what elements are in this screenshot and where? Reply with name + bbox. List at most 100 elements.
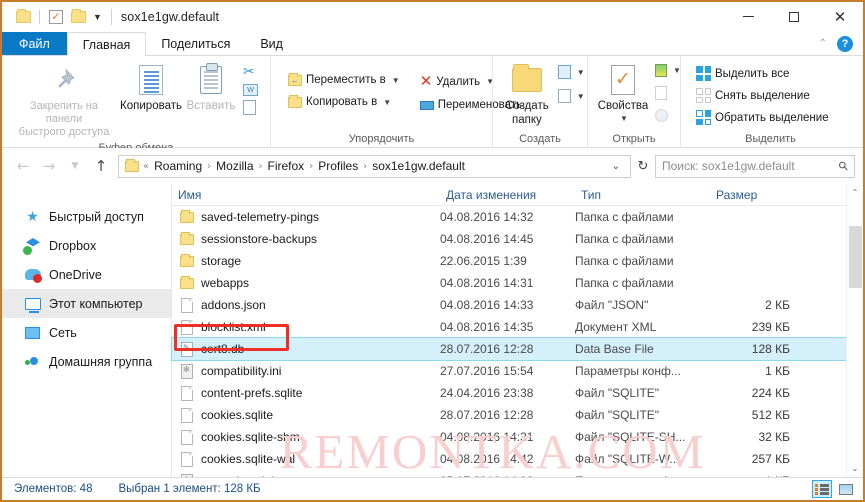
chevron-down-icon[interactable]: ▼ bbox=[577, 68, 585, 77]
sidebar-item-this-pc[interactable]: Этот компьютер bbox=[2, 289, 171, 318]
maximize-button[interactable] bbox=[771, 2, 817, 32]
file-name: cert8.db bbox=[201, 342, 245, 356]
tab-home[interactable]: Главная bbox=[66, 32, 147, 56]
table-row[interactable]: cert8.db 28.07.2016 12:28 Data Base File… bbox=[171, 337, 863, 361]
column-header-type[interactable]: Тип bbox=[575, 188, 710, 202]
copy-to-button[interactable]: Копировать в ▼ bbox=[285, 94, 403, 109]
open-icon bbox=[655, 64, 667, 77]
details-view-button[interactable] bbox=[812, 480, 832, 498]
scroll-up-icon[interactable]: ⌃ bbox=[847, 184, 863, 201]
table-row[interactable]: cookies.sqlite-wal 04.08.2016 14:42 Файл… bbox=[172, 448, 863, 470]
column-header-name[interactable]: Имя bbox=[172, 188, 440, 202]
properties-button[interactable]: Свойства ▼ bbox=[594, 59, 652, 123]
breadcrumb-item-firefox[interactable]: Firefox bbox=[264, 159, 309, 173]
close-button[interactable]: ✕ bbox=[817, 2, 863, 32]
forward-button[interactable]: → bbox=[36, 154, 62, 178]
chevron-down-icon[interactable]: ▼ bbox=[93, 12, 102, 22]
table-row[interactable]: sessionstore-backups 04.08.2016 14:45 Па… bbox=[172, 228, 863, 250]
search-box[interactable]: Поиск: sox1e1gw.default ⚲ bbox=[655, 154, 855, 178]
file-icon bbox=[180, 319, 194, 335]
table-row[interactable]: storage 22.06.2015 1:39 Папка с файлами bbox=[172, 250, 863, 272]
pin-to-quick-access-button[interactable]: Закрепить на панели быстрого доступа bbox=[8, 59, 120, 140]
table-row[interactable]: compatibility.ini 27.07.2016 15:54 Парам… bbox=[172, 360, 863, 382]
file-rows: saved-telemetry-pings 04.08.2016 14:32 П… bbox=[171, 206, 863, 492]
properties-check-icon[interactable]: ✓ bbox=[45, 6, 67, 28]
tab-view[interactable]: Вид bbox=[245, 32, 298, 55]
select-none-button[interactable]: Снять выделение bbox=[693, 87, 832, 104]
collapse-ribbon-icon[interactable]: ⌃ bbox=[819, 38, 827, 49]
invert-selection-button[interactable]: Обратить выделение bbox=[693, 109, 832, 126]
properties-check-icon bbox=[611, 63, 635, 97]
this-pc-icon bbox=[24, 295, 41, 313]
cut-button[interactable]: ✂ bbox=[240, 63, 261, 81]
copy-button[interactable]: Копировать bbox=[120, 59, 182, 113]
delete-x-icon: ✕ bbox=[419, 72, 433, 90]
copy-icon bbox=[139, 63, 163, 97]
select-all-icon bbox=[696, 66, 711, 81]
chevron-down-icon[interactable]: ▼ bbox=[620, 114, 628, 123]
recent-locations-button[interactable]: ▼ bbox=[62, 154, 88, 178]
breadcrumb-item-roaming[interactable]: Roaming bbox=[150, 159, 206, 173]
table-row[interactable]: saved-telemetry-pings 04.08.2016 14:32 П… bbox=[172, 206, 863, 228]
up-button[interactable]: ↑ bbox=[88, 154, 114, 178]
column-header-date[interactable]: Дата изменения bbox=[440, 188, 575, 202]
table-row[interactable]: blocklist.xml 04.08.2016 14:35 Документ … bbox=[172, 316, 863, 338]
search-icon[interactable]: ⚲ bbox=[836, 158, 852, 174]
large-icons-view-button[interactable] bbox=[836, 480, 856, 498]
file-type: Файл "JSON" bbox=[575, 298, 649, 312]
search-placeholder: Поиск: sox1e1gw.default bbox=[662, 159, 795, 173]
minimize-button[interactable] bbox=[725, 2, 771, 32]
homegroup-icon bbox=[24, 353, 41, 370]
new-item-button[interactable]: ▼ bbox=[555, 64, 588, 80]
table-row[interactable]: cookies.sqlite-shm 04.08.2016 14:31 Файл… bbox=[172, 426, 863, 448]
chevron-down-icon[interactable]: ▼ bbox=[383, 98, 391, 107]
paste-button[interactable]: Вставить bbox=[182, 59, 240, 113]
file-type: Data Base File bbox=[575, 342, 654, 356]
sidebar-item-dropbox[interactable]: Dropbox bbox=[2, 231, 171, 260]
chevron-down-icon[interactable]: ▼ bbox=[577, 92, 585, 101]
breadcrumb-overflow[interactable]: « bbox=[142, 161, 150, 172]
pin-icon bbox=[51, 63, 77, 97]
tab-file[interactable]: Файл bbox=[2, 32, 67, 55]
tab-share[interactable]: Поделиться bbox=[146, 32, 245, 55]
vertical-scrollbar[interactable]: ⌃ ⌄ bbox=[846, 184, 863, 477]
star-icon: ★ bbox=[26, 208, 39, 225]
select-all-label: Выделить все bbox=[715, 67, 790, 80]
breadcrumb-item-profile[interactable]: sox1e1gw.default bbox=[368, 159, 469, 173]
select-all-button[interactable]: Выделить все bbox=[693, 65, 832, 82]
move-to-button[interactable]: ← Переместить в ▼ bbox=[285, 72, 403, 87]
folder-icon[interactable] bbox=[12, 6, 34, 28]
help-icon[interactable]: ? bbox=[837, 35, 853, 52]
breadcrumb-item-mozilla[interactable]: Mozilla bbox=[212, 159, 257, 173]
paste-shortcut-button[interactable] bbox=[240, 99, 261, 116]
sidebar-item-quick-access[interactable]: ★ Быстрый доступ bbox=[2, 202, 171, 231]
column-header-size[interactable]: Размер bbox=[710, 188, 800, 202]
chevron-down-icon[interactable]: ⌄ bbox=[612, 161, 626, 172]
address-bar[interactable]: « Roaming › Mozilla › Firefox › Profiles… bbox=[118, 154, 631, 178]
chevron-down-icon[interactable]: ▼ bbox=[392, 76, 400, 85]
table-row[interactable]: addons.json 04.08.2016 14:33 Файл "JSON"… bbox=[172, 294, 863, 316]
scrollbar-thumb[interactable] bbox=[849, 226, 862, 288]
scroll-down-icon[interactable]: ⌄ bbox=[847, 460, 863, 477]
new-folder-icon[interactable] bbox=[67, 6, 89, 28]
table-row[interactable]: content-prefs.sqlite 24.04.2016 23:38 Фа… bbox=[172, 382, 863, 404]
file-type: Файл "SQLITE-SH... bbox=[575, 430, 686, 444]
table-row[interactable]: cookies.sqlite 28.07.2016 12:28 Файл "SQ… bbox=[172, 404, 863, 426]
refresh-button[interactable]: ↻ bbox=[631, 155, 655, 178]
back-button[interactable]: ← bbox=[10, 154, 36, 178]
new-folder-button[interactable]: Создать папку bbox=[499, 59, 555, 128]
file-size: 2 КБ bbox=[765, 298, 790, 312]
edit-icon bbox=[655, 86, 667, 100]
copy-path-button[interactable]: W bbox=[240, 83, 261, 97]
file-date: 04.08.2016 14:32 bbox=[440, 210, 534, 224]
sidebar-item-network[interactable]: Сеть bbox=[2, 318, 171, 347]
file-date: 24.04.2016 23:38 bbox=[440, 386, 534, 400]
breadcrumb-item-profiles[interactable]: Profiles bbox=[314, 159, 362, 173]
sidebar-item-homegroup[interactable]: Домашняя группа bbox=[2, 347, 171, 376]
move-to-label: Переместить в bbox=[306, 74, 386, 86]
file-icon bbox=[180, 451, 194, 467]
table-row[interactable]: webapps 04.08.2016 14:31 Папка с файлами bbox=[172, 272, 863, 294]
sidebar-item-onedrive[interactable]: OneDrive bbox=[2, 260, 171, 289]
ribbon-group-open: Свойства ▼ ▼ Открыть bbox=[587, 56, 681, 148]
easy-access-button[interactable]: ▼ bbox=[555, 88, 588, 104]
